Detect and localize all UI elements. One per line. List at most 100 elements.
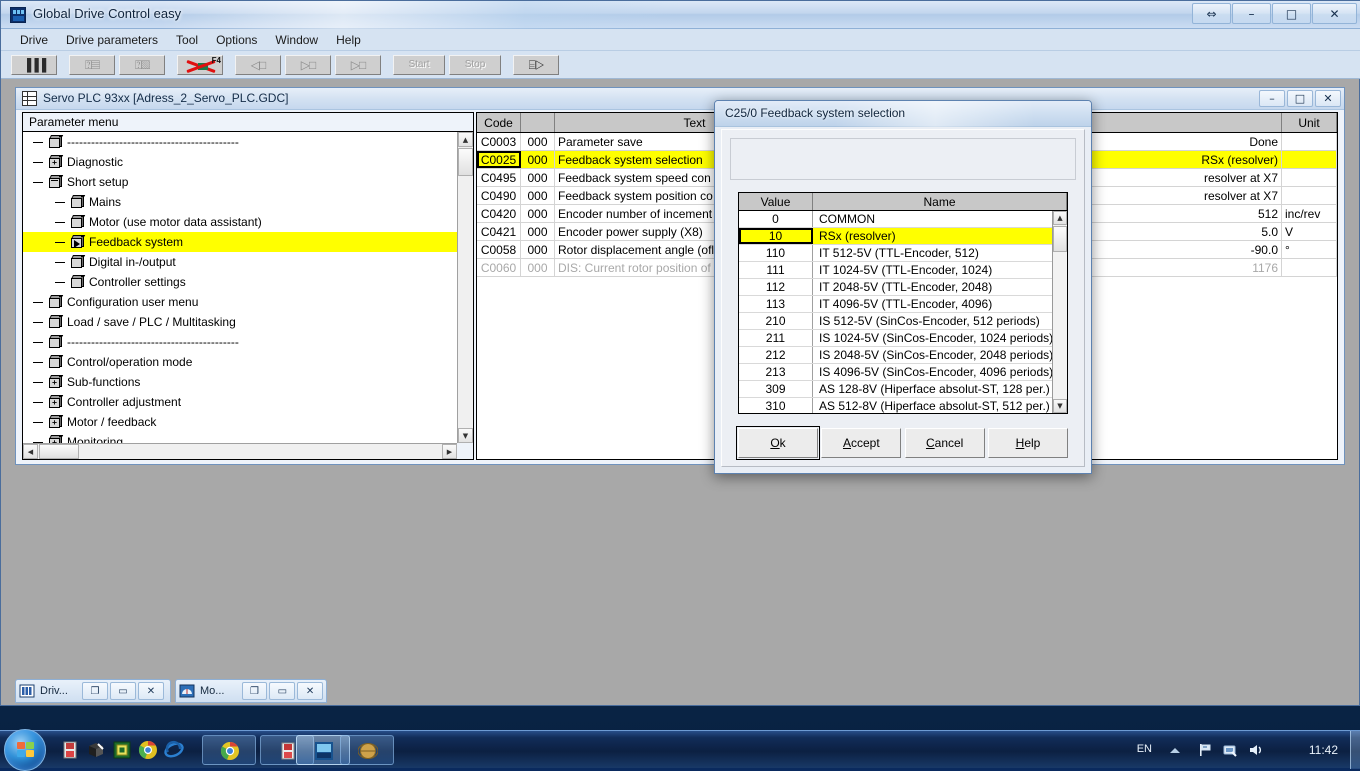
parameter-list-button[interactable]: ▐▐▐ [11,54,57,75]
quicklaunch-package-icon[interactable] [86,740,106,760]
list-item[interactable]: 111 IT 1024-5V (TTL-Encoder, 1024) [739,262,1067,279]
list-item[interactable]: 0 COMMON [739,211,1067,228]
menu-drive-parameters[interactable]: Drive parameters [57,31,167,49]
mdi-titlebar[interactable]: Servo PLC 93xx [Adress_2_Servo_PLC.GDC] … [16,88,1344,110]
tree-node[interactable]: + Diagnostic [23,152,457,172]
stop-button[interactable]: Stop [449,54,501,75]
quicklaunch-frame-icon[interactable] [112,740,132,760]
mdi-maximize-button[interactable]: □ [1287,90,1313,107]
list-item[interactable]: 211 IS 1024-5V (SinCos-Encoder, 1024 peri… [739,330,1067,347]
mdi-close-button[interactable]: ✕ [1315,90,1341,107]
clock[interactable]: 11:42 [1309,743,1338,757]
box-minus-icon[interactable] [47,175,64,189]
cell-code[interactable]: C0025 [477,151,521,168]
menu-drive[interactable]: Drive [11,31,57,49]
tree-scroll-thumb[interactable] [458,148,473,176]
tree-node[interactable]: + Sub-functions [23,372,457,392]
cell-code[interactable]: C0490 [477,187,521,204]
maximize-button[interactable]: □ [1272,3,1311,24]
list-item[interactable]: 309 AS 128-8V (Hiperface absolut-ST, 128 … [739,381,1067,398]
tree-node[interactable]: Load / save / PLC / Multitasking [23,312,457,332]
tree-node[interactable]: Motor (use motor data assistant) [23,212,457,232]
list-item[interactable]: 113 IT 4096-5V (TTL-Encoder, 4096) [739,296,1067,313]
list-item[interactable]: 310 AS 512-8V (Hiperface absolut-ST, 512 … [739,398,1067,413]
list-item[interactable]: 213 IS 4096-5V (SinCos-Encoder, 4096 peri… [739,364,1067,381]
scroll-down-icon[interactable]: ▼ [458,428,473,443]
download-button[interactable]: ▷□ [285,54,331,75]
box-plus-icon[interactable]: + [47,435,64,443]
download-all-button[interactable]: ▷□ [335,54,381,75]
quicklaunch-ie-icon[interactable] [164,740,184,760]
show-hidden-icon[interactable] [1168,745,1184,761]
tree-node[interactable]: Configuration user menu [23,292,457,312]
mdi-task-monitor[interactable]: Mo... ❐ ▭ ✕ [175,679,327,703]
action-center-icon[interactable] [1222,742,1238,758]
volume-icon[interactable] [1248,742,1264,758]
network-icon[interactable] [1198,742,1214,758]
list-item[interactable]: 210 IS 512-5V (SinCos-Encoder, 512 period… [739,313,1067,330]
mdi-task-monitor-maximize-button[interactable]: ▭ [269,682,296,700]
tree-node[interactable]: + Controller adjustment [23,392,457,412]
show-desktop-button[interactable] [1350,731,1360,769]
list-column-header-name[interactable]: Name [813,193,1067,210]
scroll-left-icon[interactable]: ◀ [23,444,38,459]
diagnostics-button[interactable]: ⍰▤ [69,54,115,75]
tree-node[interactable]: ----------------------------------------… [23,132,457,152]
quicklaunch-chrome-icon[interactable] [138,740,158,760]
task-chrome[interactable] [202,735,256,765]
quicklaunch-save-icon[interactable] [60,740,80,760]
tree-node[interactable]: Mains [23,192,457,212]
upload-button[interactable]: ◁□ [235,54,281,75]
disconnect-button[interactable]: F4 [177,54,223,75]
parameter-menu-tree[interactable]: ----------------------------------------… [23,132,457,443]
menu-help[interactable]: Help [327,31,370,49]
mdi-task-monitor-close-button[interactable]: ✕ [297,682,323,700]
scroll-right-icon[interactable]: ▶ [442,444,457,459]
cancel-button[interactable]: Cancel [904,428,985,458]
help-context-button[interactable]: ⍰▧ [119,54,165,75]
language-indicator[interactable]: EN [1137,743,1152,755]
scroll-up-icon[interactable]: ▲ [458,132,473,147]
cell-code[interactable]: C0421 [477,223,521,240]
menu-options[interactable]: Options [207,31,266,49]
mdi-minimize-button[interactable]: – [1259,90,1285,107]
task-globe[interactable] [340,735,394,765]
mdi-task-drive[interactable]: Driv... ❐ ▭ ✕ [15,679,171,703]
column-header-subcode[interactable] [521,113,555,132]
feedback-system-list[interactable]: Value Name 0 COMMON 10 RSx (resolver) 110 IT … [738,192,1068,414]
list-scroll-up-icon[interactable]: ▲ [1053,211,1067,225]
mdi-task-monitor-restore-button[interactable]: ❐ [241,682,268,700]
box-plus-icon[interactable]: + [47,415,64,429]
mdi-task-drive-restore-button[interactable]: ❐ [82,682,108,700]
column-header-unit[interactable]: Unit [1282,113,1337,132]
start-button[interactable] [4,729,46,771]
tree-node[interactable]: Feedback system [23,232,457,252]
list-item[interactable]: 110 IT 512-5V (TTL-Encoder, 512) [739,245,1067,262]
list-item[interactable]: 10 RSx (resolver) [739,228,1067,245]
list-scroll-down-icon[interactable]: ▼ [1053,399,1067,413]
restore-down-button[interactable]: ⇔ [1192,3,1231,24]
mdi-task-drive-maximize-button[interactable]: ▭ [110,682,136,700]
close-button[interactable]: ✕ [1312,3,1357,24]
cell-code[interactable]: C0060 [477,259,521,276]
tree-node[interactable]: + Monitoring [23,432,457,443]
cell-code[interactable]: C0495 [477,169,521,186]
tree-node[interactable]: Control/operation mode [23,352,457,372]
list-scroll-thumb[interactable] [1053,226,1067,252]
menu-tool[interactable]: Tool [167,31,207,49]
tree-node[interactable]: + Motor / feedback [23,412,457,432]
box-plus-icon[interactable]: + [47,395,64,409]
accept-button[interactable]: Accept [821,428,902,458]
cell-code[interactable]: C0058 [477,241,521,258]
mdi-task-drive-close-button[interactable]: ✕ [138,682,164,700]
start-button[interactable]: Start [393,54,445,75]
box-plus-icon[interactable]: + [47,155,64,169]
cell-code[interactable]: C0420 [477,205,521,222]
application-titlebar[interactable]: Global Drive Control easy ⇔ – □ ✕ [1,1,1360,29]
ok-button[interactable]: Ok [736,426,820,460]
list-vertical-scrollbar[interactable]: ▲ ▼ [1052,211,1067,413]
cell-code[interactable]: C0003 [477,133,521,150]
list-item[interactable]: 112 IT 2048-5V (TTL-Encoder, 2048) [739,279,1067,296]
tree-node[interactable]: Short setup [23,172,457,192]
tree-node[interactable]: ----------------------------------------… [23,332,457,352]
